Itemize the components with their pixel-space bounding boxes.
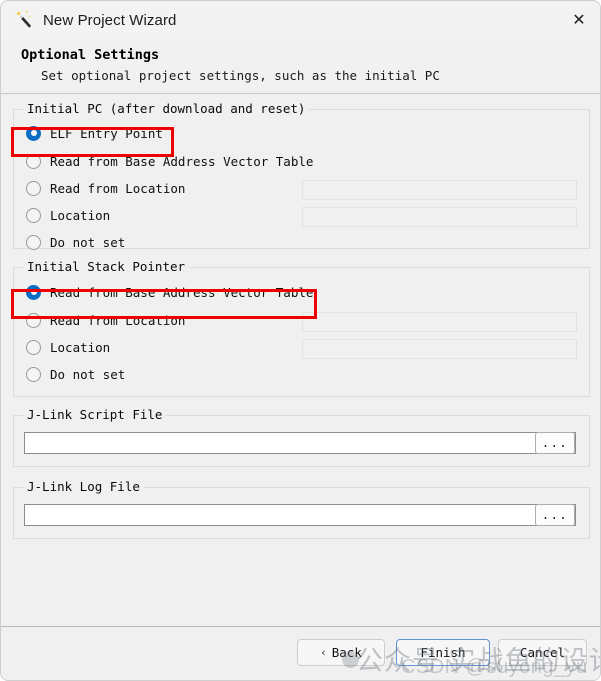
radio-indicator[interactable] <box>26 207 41 223</box>
page-title: Optional Settings <box>21 47 160 63</box>
radio-label: Location <box>50 339 111 355</box>
radio-pc-read-from-location[interactable]: Read from Location <box>26 177 185 199</box>
magic-wand-icon <box>16 10 32 28</box>
group-jlink-script-file-legend: J-Link Script File <box>23 407 167 422</box>
sp-read-from-location-field[interactable] <box>302 312 577 332</box>
group-jlink-log-file: J-Link Log File ... <box>13 479 590 539</box>
group-initial-stack-pointer: Initial Stack Pointer Read from Base Add… <box>13 259 590 397</box>
jlink-script-file-input[interactable] <box>24 432 576 454</box>
wizard-header: Optional Settings Set optional project s… <box>1 39 600 94</box>
back-button-label: Back <box>331 645 362 660</box>
radio-indicator[interactable] <box>26 125 41 141</box>
chevron-left-icon: ‹ <box>320 646 327 659</box>
radio-indicator[interactable] <box>26 339 41 355</box>
radio-sp-location[interactable]: Location <box>26 336 110 358</box>
new-project-wizard-dialog: New Project Wizard ✕ Optional Settings S… <box>0 0 601 681</box>
finish-button[interactable]: Finish <box>396 639 490 666</box>
radio-indicator[interactable] <box>26 234 41 250</box>
radio-indicator[interactable] <box>26 366 41 382</box>
finish-button-label: Finish <box>420 645 466 660</box>
page-subtitle: Set optional project settings, such as t… <box>41 68 440 83</box>
radio-indicator[interactable] <box>26 180 41 196</box>
jlink-log-file-browse-button[interactable]: ... <box>535 504 575 526</box>
radio-pc-location[interactable]: Location <box>26 204 110 226</box>
radio-indicator[interactable] <box>26 284 41 300</box>
sp-location-field[interactable] <box>302 339 577 359</box>
radio-sp-read-from-location[interactable]: Read from Location <box>26 309 185 331</box>
radio-elf-entry-point[interactable]: ELF Entry Point <box>26 122 163 144</box>
title-bar: New Project Wizard ✕ <box>1 1 600 39</box>
radio-label: Do not set <box>50 366 126 382</box>
radio-label: Read from Location <box>50 312 186 328</box>
wizard-footer: ‹ Back Finish Cancel <box>1 626 600 680</box>
radio-label: Read from Location <box>50 180 186 196</box>
radio-pc-read-from-base-address-vector-table[interactable]: Read from Base Address Vector Table <box>26 150 313 172</box>
radio-pc-do-not-set[interactable]: Do not set <box>26 231 125 253</box>
radio-sp-do-not-set[interactable]: Do not set <box>26 363 125 385</box>
cancel-button[interactable]: Cancel <box>498 639 587 666</box>
cancel-button-label: Cancel <box>519 645 566 660</box>
group-jlink-script-file: J-Link Script File ... <box>13 407 590 467</box>
group-initial-stack-pointer-legend: Initial Stack Pointer <box>23 259 190 274</box>
jlink-script-file-browse-button[interactable]: ... <box>535 432 575 454</box>
radio-label: Location <box>50 207 111 223</box>
group-jlink-log-file-legend: J-Link Log File <box>23 479 144 494</box>
radio-label: Do not set <box>50 234 126 250</box>
radio-sp-read-from-base-address-vector-table[interactable]: Read from Base Address Vector Table <box>26 281 313 303</box>
radio-indicator[interactable] <box>26 312 41 328</box>
radio-label: Read from Base Address Vector Table <box>50 153 314 169</box>
radio-indicator[interactable] <box>26 153 41 169</box>
pc-location-field[interactable] <box>302 207 577 227</box>
close-icon[interactable]: ✕ <box>556 1 600 39</box>
window-title: New Project Wizard <box>43 11 177 29</box>
group-initial-pc: Initial PC (after download and reset) EL… <box>13 101 590 250</box>
back-button[interactable]: ‹ Back <box>297 639 385 666</box>
radio-label: ELF Entry Point <box>50 125 163 141</box>
jlink-log-file-input[interactable] <box>24 504 576 526</box>
wizard-body: Initial PC (after download and reset) EL… <box>1 95 600 626</box>
radio-label: Read from Base Address Vector Table <box>50 284 314 300</box>
group-initial-pc-legend: Initial PC (after download and reset) <box>23 101 310 116</box>
pc-read-from-location-field[interactable] <box>302 180 577 200</box>
